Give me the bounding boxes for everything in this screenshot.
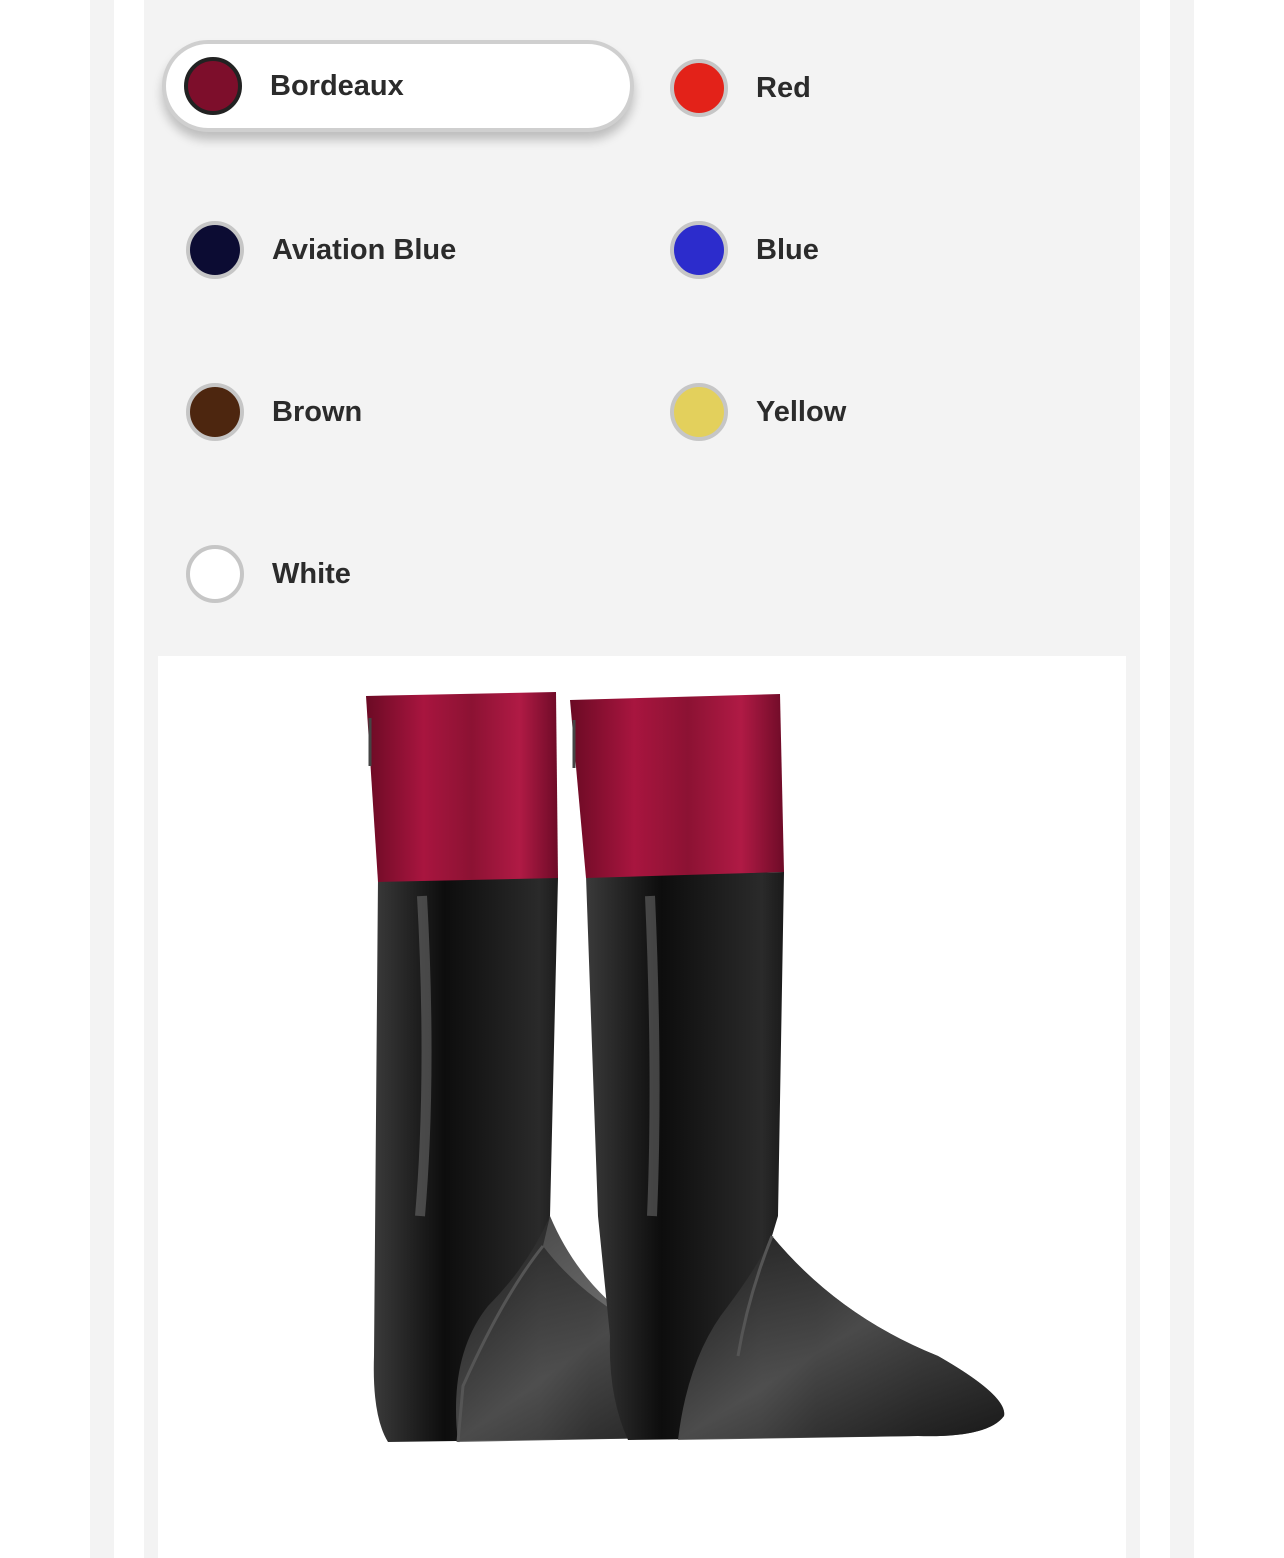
color-option-blue[interactable]: Blue — [648, 204, 1120, 296]
product-image — [158, 656, 1126, 1558]
color-option-red[interactable]: Red — [648, 42, 1120, 134]
color-option-white[interactable]: White — [164, 528, 636, 620]
color-option-aviation-blue[interactable]: Aviation Blue — [164, 204, 636, 296]
color-swatch-bordeaux — [184, 57, 242, 115]
color-options-list: Bordeaux Red Aviation Blue Blue Brown Ye — [144, 0, 1140, 640]
right-gutter — [1170, 0, 1194, 1558]
color-swatch-blue — [670, 221, 728, 279]
color-option-label: Aviation Blue — [272, 234, 457, 266]
color-swatch-aviation-blue — [186, 221, 244, 279]
color-option-bordeaux[interactable]: Bordeaux — [162, 40, 634, 132]
left-gutter — [90, 0, 114, 1558]
color-selector-panel: Bordeaux Red Aviation Blue Blue Brown Ye — [144, 0, 1140, 1558]
color-swatch-yellow — [670, 383, 728, 441]
color-option-label: Blue — [756, 234, 819, 266]
color-swatch-brown — [186, 383, 244, 441]
color-option-brown[interactable]: Brown — [164, 366, 636, 458]
color-option-label: Brown — [272, 396, 363, 428]
color-option-label: White — [272, 558, 351, 590]
color-option-label: Yellow — [756, 396, 847, 428]
color-option-label: Red — [756, 72, 811, 104]
product-page: Bordeaux Red Aviation Blue Blue Brown Ye — [0, 0, 1284, 1558]
color-swatch-red — [670, 59, 728, 117]
color-option-label: Bordeaux — [270, 70, 404, 102]
right-boot — [570, 694, 1005, 1440]
riding-boots-illustration — [366, 692, 1005, 1443]
color-option-yellow[interactable]: Yellow — [648, 366, 1120, 458]
color-swatch-white — [186, 545, 244, 603]
